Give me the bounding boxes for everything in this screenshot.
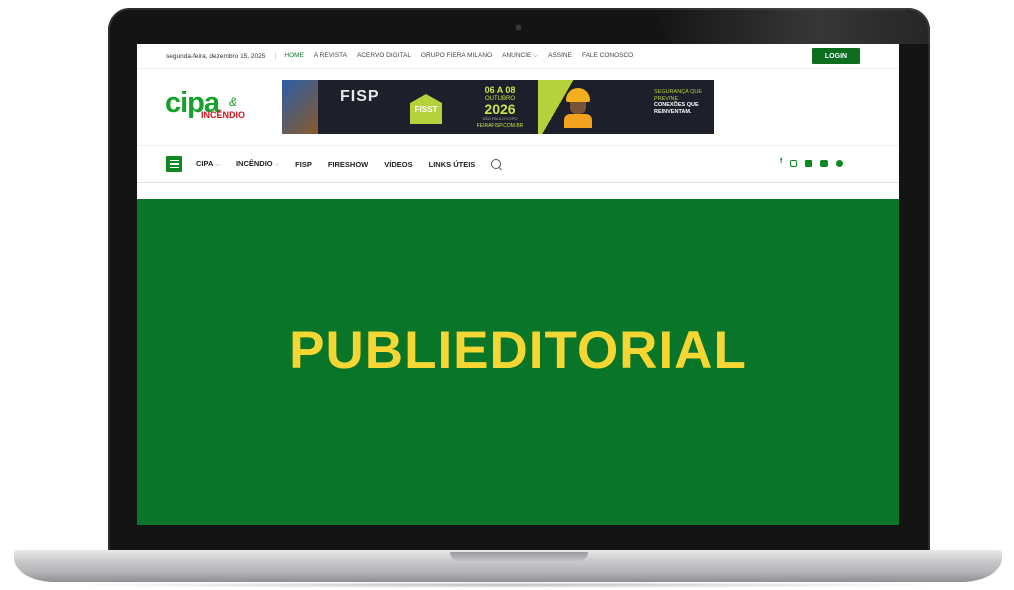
top-links: HOME A REVISTA ACERVO DIGITAL GRUPO FIER… (284, 52, 633, 60)
social-links: f (780, 158, 844, 167)
nav-item-links-uteis[interactable]: LINKS ÚTEIS (429, 160, 476, 169)
banner-date-range: 06 A 08 (484, 85, 516, 95)
chevron-down-icon: ⌵ (274, 162, 280, 168)
hero-section: PUBLIEDITORIAL (137, 199, 899, 525)
facebook-icon[interactable]: f (780, 158, 782, 165)
banner-slogan: SEGURANÇA QUE PREVINE. CONEXÕES QUE REIN… (654, 89, 712, 115)
laptop-gloss (650, 8, 930, 44)
instagram-icon[interactable] (790, 160, 798, 167)
nav-item-videos[interactable]: VÍDEOS (384, 160, 412, 169)
youtube-icon[interactable] (820, 160, 829, 167)
toplink-acervo-digital[interactable]: ACERVO DIGITAL (357, 52, 411, 60)
banner-dates: 06 A 08 OUTUBRO 2026 SÃO PAULO EXPO FEIR… (470, 86, 530, 129)
logo-incendio-text: INCÊNDIO (201, 110, 246, 120)
banner-year: 2026 (484, 101, 516, 117)
toplink-grupo-fiera-milano[interactable]: GRUPO FIERA MILANO (421, 52, 492, 60)
laptop-screen: segunda-feira, dezembro 15, 2025 HOME A … (137, 44, 899, 525)
linkedin-icon[interactable] (805, 160, 813, 167)
login-button[interactable]: LOGIN (812, 48, 860, 64)
logo-ampersand: & (229, 95, 238, 109)
nav-item-cipa[interactable]: CIPA ⌵ (196, 159, 220, 169)
nav-item-fireshow[interactable]: FIRESHOW (328, 160, 368, 169)
banner-site: FEIRAFISP.COM.BR (476, 123, 524, 129)
toplink-fale-conosco[interactable]: FALE CONOSCO (582, 52, 633, 60)
toplink-home[interactable]: HOME (284, 52, 304, 60)
banner-fisp-logo: FISP (340, 88, 380, 105)
worker-helmet-icon (562, 88, 596, 128)
divider (275, 52, 277, 60)
chevron-down-icon: ⌵ (215, 162, 220, 168)
banner-slogan-line1: SEGURANÇA QUE PREVINE. (654, 89, 702, 102)
site-logo[interactable]: cipa & INCÊNDIO (165, 89, 265, 129)
hamburger-menu-icon[interactable] (166, 156, 182, 172)
banner-fisst-logo: FISST (410, 94, 442, 124)
banner-photo (282, 80, 318, 134)
top-bar: segunda-feira, dezembro 15, 2025 HOME A … (137, 44, 899, 69)
hero-title: PUBLIEDITORIAL (289, 320, 747, 380)
laptop-opening-notch (450, 552, 588, 561)
toplink-anuncie[interactable]: ANUNCIE ⌵ (502, 52, 538, 60)
main-nav: CIPA ⌵ INCÊNDIO ⌵ FISP FIRESHOW VÍDEOS LIN… (137, 145, 899, 183)
search-icon[interactable] (491, 159, 502, 169)
ad-banner-fisp[interactable]: FISP FISST 06 A 08 OUTUBRO 2026 SÃO PAUL… (282, 80, 714, 134)
toplink-a-revista[interactable]: A REVISTA (314, 52, 347, 60)
nav-item-incendio[interactable]: INCÊNDIO ⌵ (236, 159, 279, 169)
nav-item-fisp[interactable]: FISP (295, 160, 312, 169)
webcam (516, 25, 521, 30)
banner-slogan-line2: CONEXÕES QUE REINVENTAM. (654, 102, 699, 115)
toplink-assine[interactable]: ASSINE (548, 52, 572, 60)
current-date: segunda-feira, dezembro 15, 2025 (166, 52, 266, 60)
laptop-shadow (60, 582, 950, 588)
banner-city: SÃO PAULO EXPO (482, 116, 518, 121)
telegram-icon[interactable] (836, 160, 844, 167)
site-header: cipa & INCÊNDIO FISP FISST 06 A 08 OUTUB… (137, 69, 899, 145)
nav-items: CIPA ⌵ INCÊNDIO ⌵ FISP FIRESHOW VÍDEOS LIN… (196, 159, 475, 169)
